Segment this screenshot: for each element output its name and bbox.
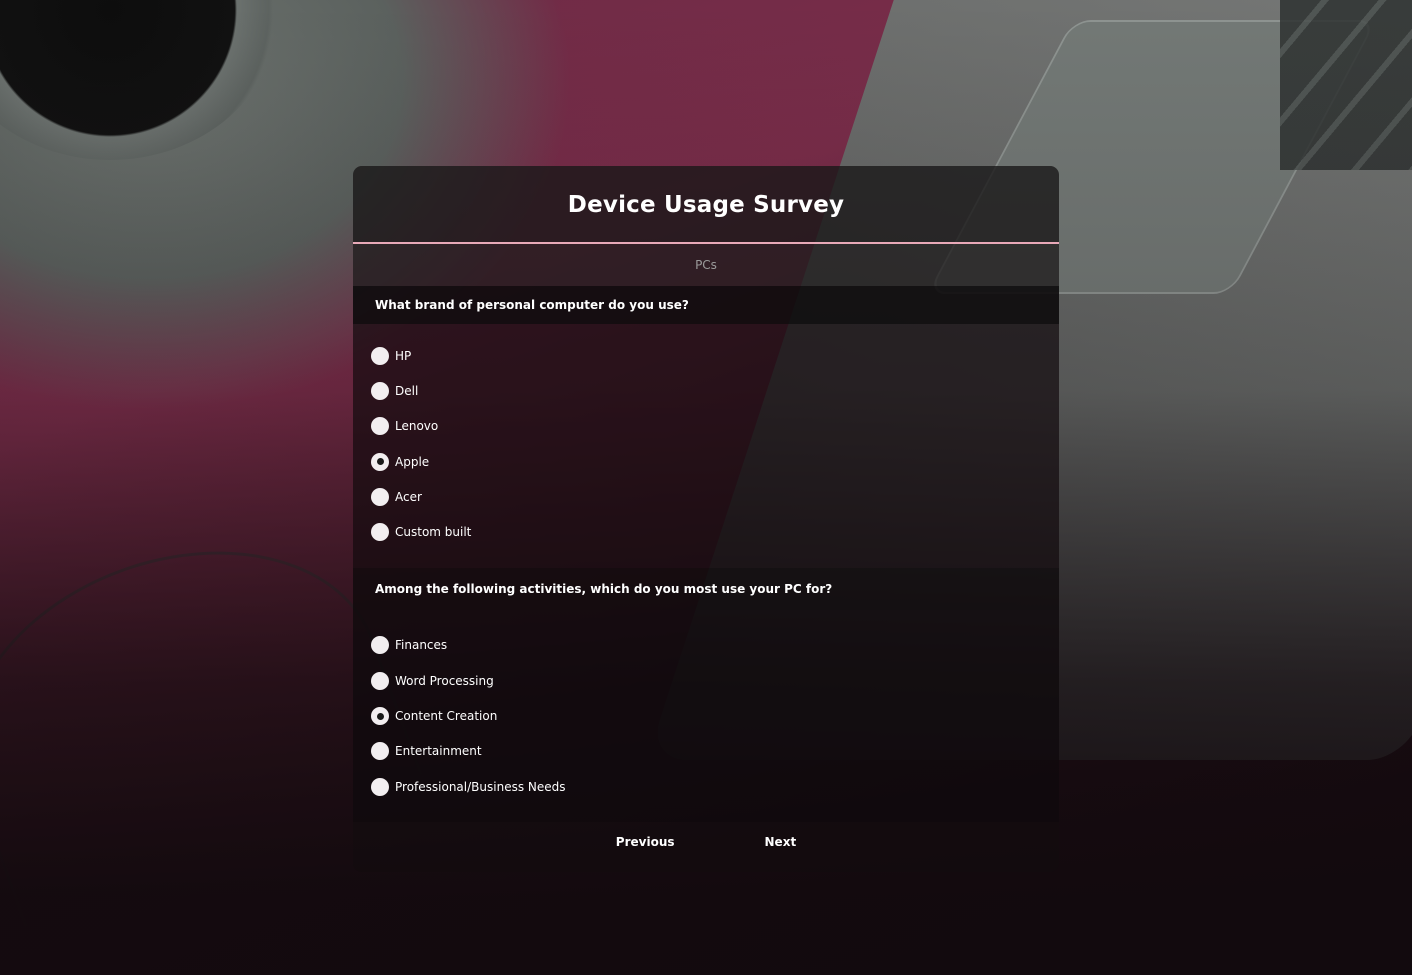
option-label: Apple	[395, 454, 430, 469]
option-finances[interactable]: Finances	[371, 628, 1059, 663]
option-label: Lenovo	[395, 419, 439, 434]
radio-button[interactable]	[371, 523, 389, 542]
option-professional-business[interactable]: Professional/Business Needs	[371, 769, 1059, 804]
option-label: Entertainment	[395, 744, 482, 759]
option-label: HP	[395, 348, 412, 363]
question-1-text: What brand of personal computer do you u…	[353, 286, 1059, 324]
radio-button[interactable]	[371, 671, 389, 690]
section-label: PCs	[353, 244, 1059, 286]
question-2-options: Finances Word Processing Content Creatio…	[353, 609, 1059, 823]
radio-button[interactable]	[371, 742, 389, 761]
radio-button[interactable]	[371, 777, 389, 796]
navigation-bar: Previous Next	[353, 812, 1059, 872]
radio-button[interactable]	[371, 487, 389, 506]
option-label: Custom built	[395, 525, 472, 540]
radio-button-selected[interactable]	[371, 707, 389, 726]
option-apple[interactable]: Apple	[371, 444, 1059, 479]
option-dell[interactable]: Dell	[371, 373, 1059, 408]
option-label: Acer	[395, 489, 422, 504]
option-acer[interactable]: Acer	[371, 479, 1059, 514]
option-content-creation[interactable]: Content Creation	[371, 698, 1059, 733]
previous-button[interactable]: Previous	[606, 829, 685, 855]
survey-title: Device Usage Survey	[567, 192, 845, 218]
question-2-text: Among the following activities, which do…	[353, 567, 1059, 610]
option-label: Finances	[395, 638, 448, 653]
question-1-options: HP Dell Lenovo Apple Acer Custom built	[353, 324, 1059, 568]
radio-button-selected[interactable]	[371, 452, 389, 471]
option-word-processing[interactable]: Word Processing	[371, 663, 1059, 698]
option-label: Dell	[395, 383, 419, 398]
option-entertainment[interactable]: Entertainment	[371, 734, 1059, 769]
option-label: Word Processing	[395, 673, 494, 688]
survey-header: Device Usage Survey	[353, 166, 1059, 244]
survey-card: Device Usage Survey PCs What brand of pe…	[353, 166, 1059, 872]
option-label: Professional/Business Needs	[395, 779, 566, 794]
radio-button[interactable]	[371, 346, 389, 365]
option-lenovo[interactable]: Lenovo	[371, 409, 1059, 444]
radio-button[interactable]	[371, 381, 389, 400]
radio-button[interactable]	[371, 417, 389, 436]
next-button[interactable]: Next	[755, 829, 807, 855]
option-custom-built[interactable]: Custom built	[371, 514, 1059, 549]
option-label: Content Creation	[395, 709, 498, 724]
radio-button[interactable]	[371, 636, 389, 655]
option-hp[interactable]: HP	[371, 338, 1059, 373]
